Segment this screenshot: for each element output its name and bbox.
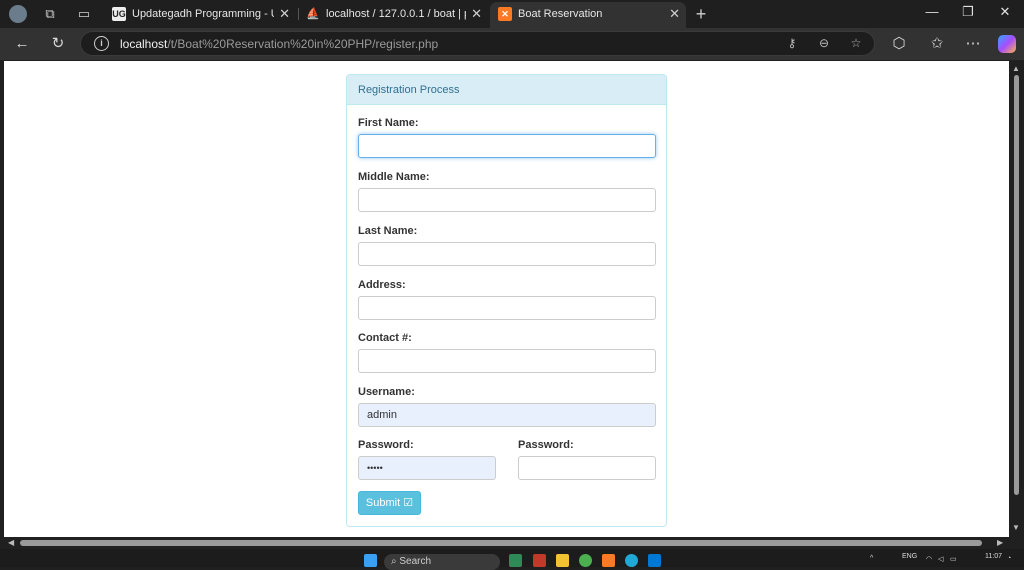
key-icon[interactable]: ⚷ [784,36,800,50]
wifi-icon[interactable]: ◠ [926,555,932,563]
last-name-label: Last Name: [358,225,418,237]
password-input[interactable]: ••••• [358,456,496,480]
profile-avatar-icon[interactable] [9,5,27,23]
tab-actions-icon[interactable]: ▭ [75,5,93,23]
back-arrow-icon[interactable]: ← [13,35,31,53]
url-path: /t/Boat%20Reservation%20in%20PHP/registe… [167,37,439,51]
app-icon-2[interactable] [533,554,546,567]
registration-panel: Registration Process First Name: Middle … [346,74,667,527]
contact-label: Contact #: [358,332,412,344]
tab-title: Updategadh Programming - Upd [132,8,274,20]
notification-bell-icon[interactable]: ◔ [1007,555,1011,562]
first-name-input[interactable] [358,134,656,158]
middle-name-label: Middle Name: [358,171,430,183]
updategadh-favicon-icon: UG [112,7,126,21]
taskbar-search[interactable]: ⌕ Search [384,554,500,570]
language-indicator[interactable]: ENG [902,553,917,560]
last-name-input[interactable] [358,242,656,266]
address-bar[interactable]: i localhost/t/Boat%20Reservation%20in%20… [80,31,875,56]
xampp-icon[interactable] [602,554,615,567]
volume-icon[interactable]: ◁ [938,555,943,563]
favorites-icon[interactable]: ✩ [928,35,946,53]
url-text[interactable]: localhost/t/Boat%20Reservation%20in%20PH… [120,37,438,51]
vertical-scrollbar[interactable]: ▲ ▼ [1010,61,1024,537]
tab-title: Boat Reservation [518,8,603,20]
browser-tab-bar: ⧉ ▭ UG Updategadh Programming - Upd ✕ ⛵ … [0,0,1024,28]
search-label: Search [399,556,432,567]
scroll-up-arrow-icon[interactable]: ▲ [1012,64,1020,73]
more-menu-icon[interactable]: ⋯ [964,35,982,53]
page-viewport: Registration Process First Name: Middle … [4,61,1009,537]
close-window-button[interactable]: ✕ [993,4,1017,20]
copilot-icon[interactable] [998,35,1016,53]
check-square-icon: ☑ [403,497,414,509]
close-icon[interactable]: ✕ [279,2,290,26]
username-input[interactable]: admin [358,403,656,427]
new-tab-button[interactable]: + [692,5,710,23]
panel-heading: Registration Process [347,75,666,105]
close-icon[interactable]: ✕ [471,2,482,26]
tab-title: localhost / 127.0.0.1 / boat | phpM [326,8,466,20]
tab-boat-reservation[interactable]: ✕ Boat Reservation ✕ [490,2,686,28]
chevron-up-icon[interactable]: ^ [870,555,873,562]
url-host: localhost [120,37,168,51]
confirm-password-input[interactable] [518,456,656,480]
address-input[interactable] [358,296,656,320]
submit-label: Submit [365,497,401,509]
scroll-right-arrow-icon[interactable]: ▶ [997,538,1003,547]
address-label: Address: [358,279,406,291]
clock[interactable]: 11:07 [985,553,1002,560]
browser-toolbar: ← ↻ i localhost/t/Boat%20Reservation%20i… [0,28,1024,60]
vertical-scroll-thumb[interactable] [1014,75,1019,495]
horizontal-scroll-thumb[interactable] [20,540,982,546]
app-icon-1[interactable] [509,554,522,567]
folder-icon[interactable] [556,554,569,567]
start-windows-icon[interactable] [364,554,377,567]
username-label: Username: [358,386,415,398]
tab-updategadh[interactable]: UG Updategadh Programming - Upd ✕ [104,2,296,28]
site-info-icon[interactable]: i [94,36,109,51]
xampp-favicon-icon: ✕ [498,7,512,21]
middle-name-input[interactable] [358,188,656,212]
minimize-button[interactable]: — [920,4,944,19]
edge-icon[interactable] [625,554,638,567]
contact-input[interactable] [358,349,656,373]
favorite-star-icon[interactable]: ☆ [848,36,864,50]
confirm-password-label: Password: [518,439,574,451]
tab-phpmyadmin[interactable]: ⛵ localhost / 127.0.0.1 / boat | phpM ✕ [298,2,488,28]
horizontal-scrollbar[interactable]: ◀ ▶ [0,537,1024,549]
chrome-icon[interactable] [579,554,592,567]
restore-button[interactable]: ❐ [956,4,980,20]
windows-taskbar: ⌕ Search ^ ENG ◠ ◁ ▭ 11:07 ◔ [0,549,1024,570]
scroll-down-arrow-icon[interactable]: ▼ [1012,523,1020,532]
zoom-icon[interactable]: ⊖ [816,36,832,50]
submit-button[interactable]: Submit ☑ [358,491,421,515]
refresh-icon[interactable]: ↻ [49,35,67,53]
extensions-icon[interactable]: ⬡ [890,35,908,53]
battery-icon[interactable]: ▭ [950,555,957,563]
close-icon[interactable]: ✕ [669,2,680,26]
scroll-left-arrow-icon[interactable]: ◀ [8,538,14,547]
first-name-label: First Name: [358,117,419,129]
workspaces-icon[interactable]: ⧉ [41,5,59,23]
password-label: Password: [358,439,414,451]
vscode-icon[interactable] [648,554,661,567]
phpmyadmin-favicon-icon: ⛵ [306,8,320,20]
